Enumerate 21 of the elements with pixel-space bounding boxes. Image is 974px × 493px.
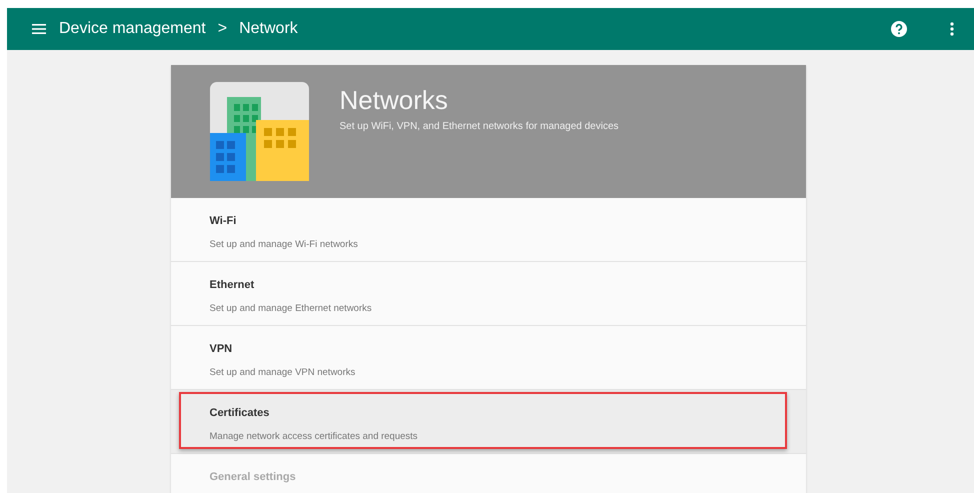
- settings-row[interactable]: Wi-Fi Set up and manage Wi-Fi networks: [170, 198, 806, 262]
- menu-icon[interactable]: [32, 24, 46, 34]
- row-title: Wi-Fi: [210, 215, 238, 227]
- breadcrumb-link[interactable]: Device management: [59, 20, 206, 38]
- row-title: Certificates: [210, 407, 270, 419]
- help-icon[interactable]: [891, 21, 907, 37]
- more-options-icon[interactable]: [950, 22, 954, 36]
- breadcrumb-link[interactable]: Network: [239, 20, 298, 38]
- row-description: Set up and manage VPN networks: [210, 367, 356, 378]
- row-title: VPN: [210, 343, 234, 355]
- row-description: Manage network access certificates and requests: [210, 431, 419, 442]
- buildings-icon: [210, 82, 308, 181]
- row-title: General settings: [210, 471, 297, 483]
- row-description: Set up and manage Ethernet networks: [210, 303, 373, 314]
- settings-row[interactable]: Ethernet Set up and manage Ethernet networks: [170, 262, 806, 326]
- settings-row[interactable]: Certificates Manage network access certificates and requests: [170, 390, 806, 454]
- breadcrumb-separator: >: [218, 20, 228, 38]
- page-title: Networks: [340, 85, 449, 116]
- row-title: Ethernet: [210, 279, 256, 291]
- page-subtitle: Set up WiFi, VPN, and Ethernet networks for managed devices: [340, 121, 619, 132]
- row-description: Set up and manage Wi-Fi networks: [210, 239, 359, 250]
